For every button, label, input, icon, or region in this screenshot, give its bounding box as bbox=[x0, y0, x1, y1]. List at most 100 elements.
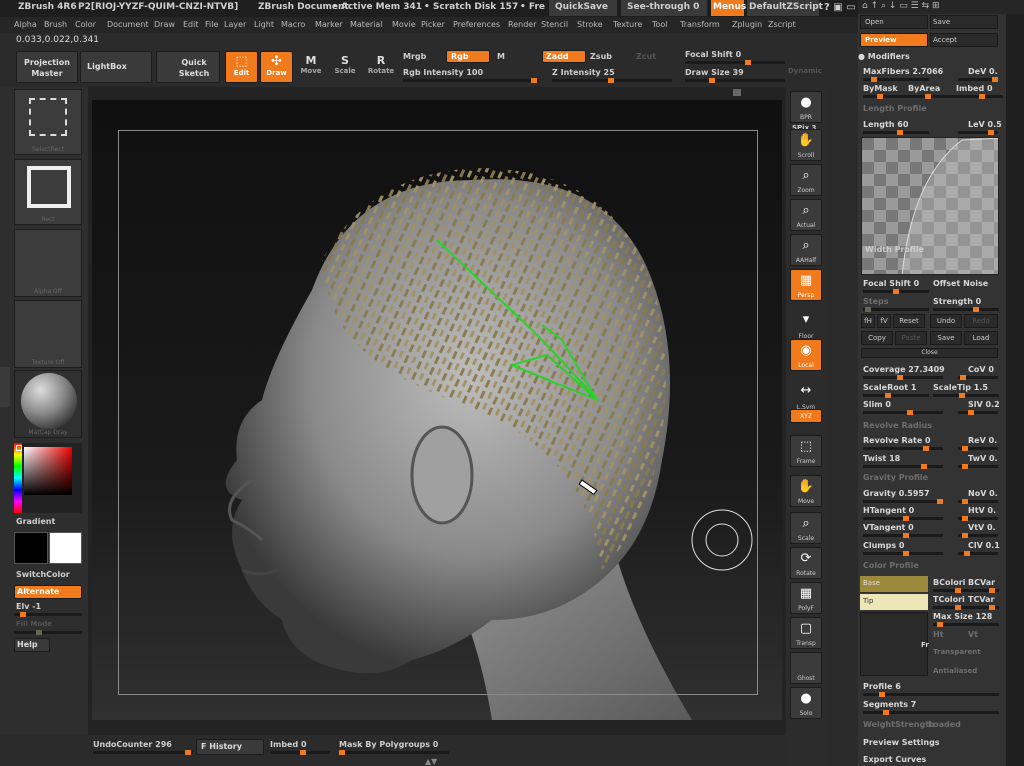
menu-marker[interactable]: Marker bbox=[315, 20, 343, 29]
curve-reset-button[interactable]: Reset bbox=[893, 314, 925, 328]
width-profile-curve[interactable]: Width Profile bbox=[861, 137, 999, 275]
menu-zplugin[interactable]: Zplugin bbox=[732, 20, 762, 29]
menu-light[interactable]: Light bbox=[254, 20, 274, 29]
byarea-button[interactable]: ByArea bbox=[908, 84, 940, 93]
canvas-scroll-marker[interactable] bbox=[733, 89, 741, 96]
zcut-button[interactable]: Zcut bbox=[636, 52, 656, 61]
projection-master-button[interactable]: Projection Master bbox=[16, 51, 78, 83]
panel-icons[interactable]: ⌂ ↑ ⌕ ↓ ▭ ☰ ⇆ ⊞ bbox=[862, 1, 940, 11]
frame-button[interactable]: ⬚ Frame bbox=[790, 435, 822, 467]
curve-copy-button[interactable]: Copy bbox=[861, 331, 893, 345]
curve-redo-button[interactable]: Redo bbox=[964, 314, 998, 328]
menu-draw[interactable]: Draw bbox=[154, 20, 175, 29]
menu-alpha[interactable]: Alpha bbox=[14, 20, 37, 29]
save-button[interactable]: Save bbox=[930, 15, 998, 29]
select-rect-thumb[interactable]: SelectRect bbox=[14, 89, 82, 155]
polyf-button[interactable]: ▦ PolyF bbox=[790, 582, 822, 614]
menu-material[interactable]: Material bbox=[350, 20, 383, 29]
revolve-radius-label[interactable]: Revolve Radius bbox=[863, 421, 932, 430]
imbed-slider[interactable] bbox=[270, 750, 330, 755]
clumps-slider[interactable] bbox=[863, 551, 943, 556]
slv-slider[interactable] bbox=[958, 410, 998, 415]
default-zscript-button[interactable]: DefaultZScript bbox=[747, 0, 823, 16]
bcolor-sliders[interactable] bbox=[933, 588, 999, 593]
length-profile-label[interactable]: Length Profile bbox=[863, 104, 927, 113]
gravity-profile-label[interactable]: Gravity Profile bbox=[863, 473, 928, 482]
profile-slider[interactable] bbox=[863, 692, 999, 697]
dev-slider[interactable] bbox=[958, 77, 998, 82]
tip-color-swatch[interactable]: Tip bbox=[860, 594, 928, 610]
actual-button[interactable]: ⌕ Actual bbox=[790, 199, 822, 231]
offset-noise-label[interactable]: Offset Noise bbox=[933, 279, 988, 288]
bottom-tray-arrows-icon[interactable]: ▲▼ bbox=[425, 757, 437, 766]
preview-settings-header[interactable]: Preview Settings bbox=[863, 738, 940, 747]
texture-thumb[interactable]: Texture Off bbox=[14, 300, 82, 368]
segments-slider[interactable] bbox=[863, 710, 999, 715]
htangent-slider[interactable] bbox=[863, 516, 943, 521]
material-thumb[interactable]: MatCap Gray bbox=[14, 370, 82, 438]
elv-slider[interactable] bbox=[14, 612, 82, 617]
secondary-color-swatch[interactable] bbox=[49, 532, 82, 564]
menu-movie[interactable]: Movie bbox=[392, 20, 416, 29]
switchcolor-button[interactable]: SwitchColor bbox=[16, 570, 70, 579]
curve-load-button[interactable]: Load bbox=[964, 331, 998, 345]
fill-mode-slider[interactable] bbox=[14, 630, 82, 635]
rotate-button[interactable]: R Rotate bbox=[364, 51, 398, 83]
aahalf-button[interactable]: ⌕ AAHalf bbox=[790, 234, 822, 266]
menus-button[interactable]: Menus bbox=[711, 0, 746, 16]
bymask-slider[interactable] bbox=[863, 94, 1003, 99]
menu-document[interactable]: Document bbox=[107, 20, 148, 29]
focal-shift-slider[interactable] bbox=[685, 60, 785, 65]
menu-stroke[interactable]: Stroke bbox=[577, 20, 603, 29]
color-profile-label[interactable]: Color Profile bbox=[863, 561, 919, 570]
menu-brush[interactable]: Brush bbox=[44, 20, 67, 29]
cov-slider[interactable] bbox=[958, 375, 998, 380]
m-button[interactable]: M bbox=[497, 52, 505, 61]
base-color-swatch[interactable]: Base bbox=[860, 576, 928, 592]
color-picker[interactable] bbox=[14, 443, 82, 513]
quick-sketch-button[interactable]: Quick Sketch bbox=[156, 51, 220, 83]
twv-slider[interactable] bbox=[958, 464, 998, 469]
max-size-slider[interactable] bbox=[933, 622, 999, 627]
bpr-button[interactable]: ● BPR bbox=[790, 91, 822, 123]
quicksave-button[interactable]: QuickSave bbox=[549, 0, 617, 16]
zoom-button[interactable]: ⌕ Zoom bbox=[790, 164, 822, 196]
move-button[interactable]: M Move bbox=[296, 51, 326, 83]
menu-texture[interactable]: Texture bbox=[613, 20, 642, 29]
coverage-slider[interactable] bbox=[863, 375, 943, 380]
lightbox-button[interactable]: LightBox bbox=[80, 51, 152, 83]
twist-slider[interactable] bbox=[863, 464, 943, 469]
gravity-slider[interactable] bbox=[863, 499, 943, 504]
lsym-button[interactable]: ↔ L.Sym bbox=[790, 380, 822, 412]
zsub-button[interactable]: Zsub bbox=[590, 52, 612, 61]
local-button[interactable]: ◉ Local bbox=[790, 339, 822, 371]
steps-slider[interactable] bbox=[863, 307, 929, 312]
document-canvas[interactable] bbox=[92, 100, 782, 720]
dynamic-button[interactable]: Dynamic bbox=[788, 67, 822, 75]
strength-slider[interactable] bbox=[933, 307, 999, 312]
texture-slot[interactable]: Fr bbox=[860, 612, 929, 676]
menu-zscript[interactable]: Zscript bbox=[768, 20, 796, 29]
ghost-button[interactable]: Ghost bbox=[790, 652, 822, 684]
scale-button[interactable]: S Scale bbox=[330, 51, 360, 83]
transp-button[interactable]: ▢ Transp bbox=[790, 617, 822, 649]
vtv-slider[interactable] bbox=[958, 533, 998, 538]
rect-thumb[interactable]: Rect bbox=[14, 159, 82, 225]
see-through-slider[interactable]: See-through 0 bbox=[621, 0, 707, 16]
nov-slider[interactable] bbox=[958, 499, 998, 504]
clv-slider[interactable] bbox=[958, 551, 998, 556]
help-button[interactable]: Help bbox=[14, 638, 50, 652]
curve-save-button[interactable]: Save bbox=[930, 331, 962, 345]
curve-undo-button[interactable]: Undo bbox=[930, 314, 962, 328]
hue-strip[interactable] bbox=[14, 443, 22, 513]
flip-v-button[interactable]: fV bbox=[877, 314, 891, 328]
alpha-thumb[interactable]: Alpha Off bbox=[14, 229, 82, 297]
move-button[interactable]: ✋ Move bbox=[790, 475, 822, 507]
left-tray-handle[interactable] bbox=[0, 367, 10, 407]
curve-focal-shift-slider[interactable] bbox=[863, 289, 929, 294]
draw-button[interactable]: ✣ Draw bbox=[260, 51, 293, 83]
slim-slider[interactable] bbox=[863, 410, 943, 415]
primary-color-swatch[interactable] bbox=[14, 532, 48, 564]
xyz-button[interactable]: XYZ bbox=[790, 409, 822, 423]
lev-slider[interactable] bbox=[958, 130, 998, 135]
